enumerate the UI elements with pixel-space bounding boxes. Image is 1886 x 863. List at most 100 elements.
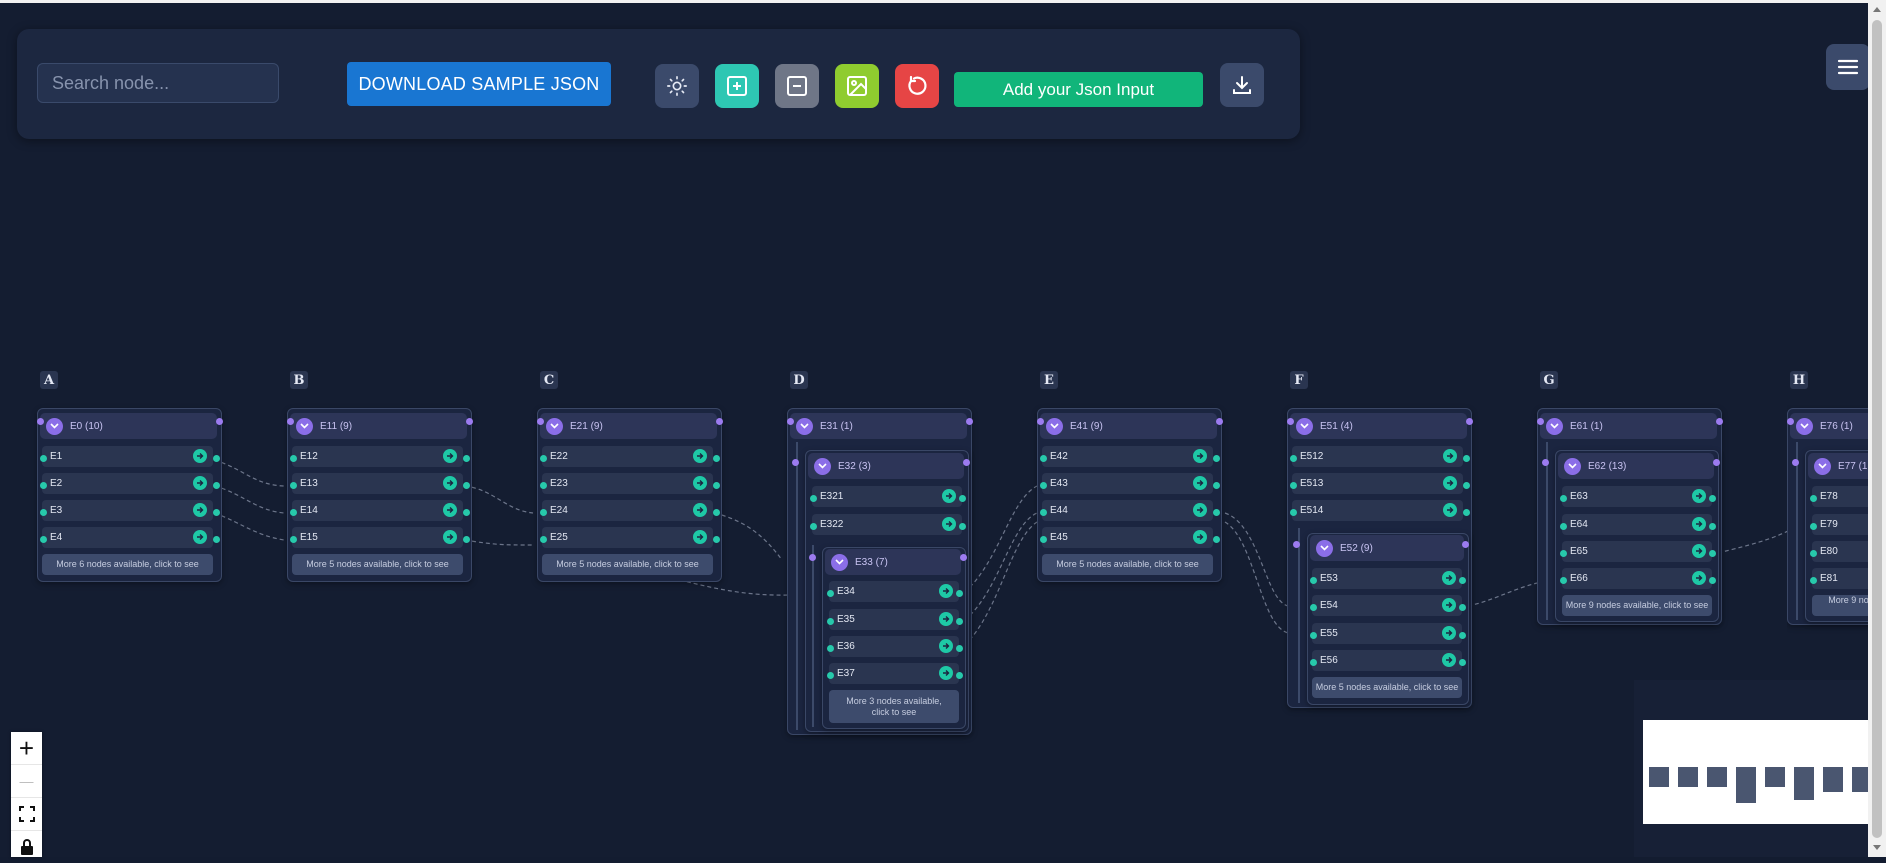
- list-item[interactable]: E78: [1812, 486, 1868, 507]
- group-header[interactable]: E33 (7): [825, 549, 961, 575]
- node-handle[interactable]: [540, 482, 547, 489]
- arrow-right-icon[interactable]: [1442, 653, 1456, 667]
- chevron-down-icon[interactable]: [1796, 417, 1813, 435]
- node-handle[interactable]: [213, 509, 220, 516]
- arrow-right-icon[interactable]: [1442, 626, 1456, 640]
- list-item[interactable]: E12: [292, 446, 463, 467]
- list-item[interactable]: E81: [1812, 568, 1868, 589]
- node-handle[interactable]: [1463, 509, 1470, 516]
- arrow-right-icon[interactable]: [693, 530, 707, 544]
- group-handle[interactable]: [787, 418, 794, 425]
- arrow-right-icon[interactable]: [942, 517, 956, 531]
- node-handle[interactable]: [40, 536, 47, 543]
- list-item[interactable]: E37: [829, 663, 959, 684]
- node-handle[interactable]: [1040, 455, 1047, 462]
- node-handle[interactable]: [540, 536, 547, 543]
- arrow-right-icon[interactable]: [193, 476, 207, 490]
- node-handle[interactable]: [1213, 509, 1220, 516]
- arrow-right-icon[interactable]: [443, 530, 457, 544]
- vertical-scrollbar[interactable]: [1868, 0, 1886, 857]
- zoom-in-button[interactable]: +: [11, 732, 42, 765]
- node-handle[interactable]: [1040, 509, 1047, 516]
- list-item[interactable]: E34: [829, 581, 959, 602]
- group-handle[interactable]: [1787, 418, 1794, 425]
- arrow-right-icon[interactable]: [1193, 530, 1207, 544]
- list-item[interactable]: E2: [42, 473, 213, 494]
- list-item[interactable]: E79: [1812, 514, 1868, 535]
- arrow-right-icon[interactable]: [1193, 449, 1207, 463]
- list-item[interactable]: E56: [1312, 650, 1462, 671]
- minimap[interactable]: [1634, 680, 1869, 857]
- node-handle[interactable]: [713, 455, 720, 462]
- download-sample-json-button[interactable]: DOWNLOAD SAMPLE JSON: [347, 62, 611, 106]
- list-item[interactable]: E4: [42, 527, 213, 548]
- node-handle[interactable]: [1290, 482, 1297, 489]
- node-handle[interactable]: [540, 509, 547, 516]
- more-nodes-button[interactable]: More 5 nodes available, click to see: [542, 554, 713, 575]
- list-item[interactable]: E512: [1292, 446, 1463, 467]
- node-handle[interactable]: [1709, 577, 1716, 584]
- arrow-right-icon[interactable]: [193, 530, 207, 544]
- search-input[interactable]: [37, 63, 279, 103]
- group-handle[interactable]: [792, 459, 799, 466]
- node-handle[interactable]: [959, 523, 966, 530]
- node-handle[interactable]: [1213, 455, 1220, 462]
- group-header[interactable]: E31 (1): [790, 413, 967, 439]
- group-handle[interactable]: [1466, 418, 1473, 425]
- scroll-up-icon[interactable]: [1868, 2, 1886, 16]
- arrow-right-icon[interactable]: [1193, 476, 1207, 490]
- list-item[interactable]: E54: [1312, 595, 1462, 616]
- chevron-down-icon[interactable]: [796, 417, 813, 435]
- group-handle[interactable]: [1037, 418, 1044, 425]
- node-handle[interactable]: [290, 482, 297, 489]
- node-handle[interactable]: [213, 482, 220, 489]
- node-handle[interactable]: [40, 455, 47, 462]
- chevron-down-icon[interactable]: [46, 417, 63, 435]
- node-handle[interactable]: [1213, 482, 1220, 489]
- node-handle[interactable]: [1810, 550, 1817, 557]
- node-handle[interactable]: [810, 495, 817, 502]
- list-item[interactable]: E15: [292, 527, 463, 548]
- group-handle[interactable]: [716, 418, 723, 425]
- node-handle[interactable]: [290, 536, 297, 543]
- group-handle[interactable]: [1716, 418, 1723, 425]
- arrow-right-icon[interactable]: [443, 449, 457, 463]
- chevron-down-icon[interactable]: [296, 417, 313, 435]
- node-handle[interactable]: [1463, 482, 1470, 489]
- node-handle[interactable]: [1810, 577, 1817, 584]
- list-item[interactable]: E45: [1042, 527, 1213, 548]
- node-handle[interactable]: [1560, 577, 1567, 584]
- arrow-right-icon[interactable]: [1443, 476, 1457, 490]
- menu-button[interactable]: [1826, 44, 1870, 90]
- arrow-right-icon[interactable]: [1692, 489, 1706, 503]
- theme-toggle-button[interactable]: [655, 64, 699, 108]
- node-handle[interactable]: [463, 455, 470, 462]
- node-handle[interactable]: [956, 618, 963, 625]
- arrow-right-icon[interactable]: [693, 476, 707, 490]
- group-handle[interactable]: [287, 418, 294, 425]
- node-handle[interactable]: [956, 672, 963, 679]
- node-handle[interactable]: [956, 645, 963, 652]
- node-handle[interactable]: [1560, 550, 1567, 557]
- lock-button[interactable]: [11, 831, 42, 863]
- more-nodes-button[interactable]: More 6 nodes available, click to see: [42, 554, 213, 575]
- chevron-down-icon[interactable]: [1546, 417, 1563, 435]
- arrow-right-icon[interactable]: [1442, 571, 1456, 585]
- download-button[interactable]: [1220, 63, 1264, 107]
- node-handle[interactable]: [827, 672, 834, 679]
- group-header[interactable]: E76 (1): [1790, 413, 1868, 439]
- group-header[interactable]: E52 (9): [1310, 535, 1464, 561]
- group-handle[interactable]: [1287, 418, 1294, 425]
- node-handle[interactable]: [1810, 523, 1817, 530]
- group-handle[interactable]: [466, 418, 473, 425]
- node-handle[interactable]: [1310, 632, 1317, 639]
- group-handle[interactable]: [960, 554, 967, 561]
- node-handle[interactable]: [1290, 509, 1297, 516]
- group-handle[interactable]: [809, 554, 816, 561]
- arrow-right-icon[interactable]: [939, 639, 953, 653]
- group-handle[interactable]: [37, 418, 44, 425]
- chevron-down-icon[interactable]: [1296, 417, 1313, 435]
- add-json-input-button[interactable]: Add your Json Input: [954, 72, 1203, 107]
- node-handle[interactable]: [213, 536, 220, 543]
- collapse-all-button[interactable]: [775, 64, 819, 108]
